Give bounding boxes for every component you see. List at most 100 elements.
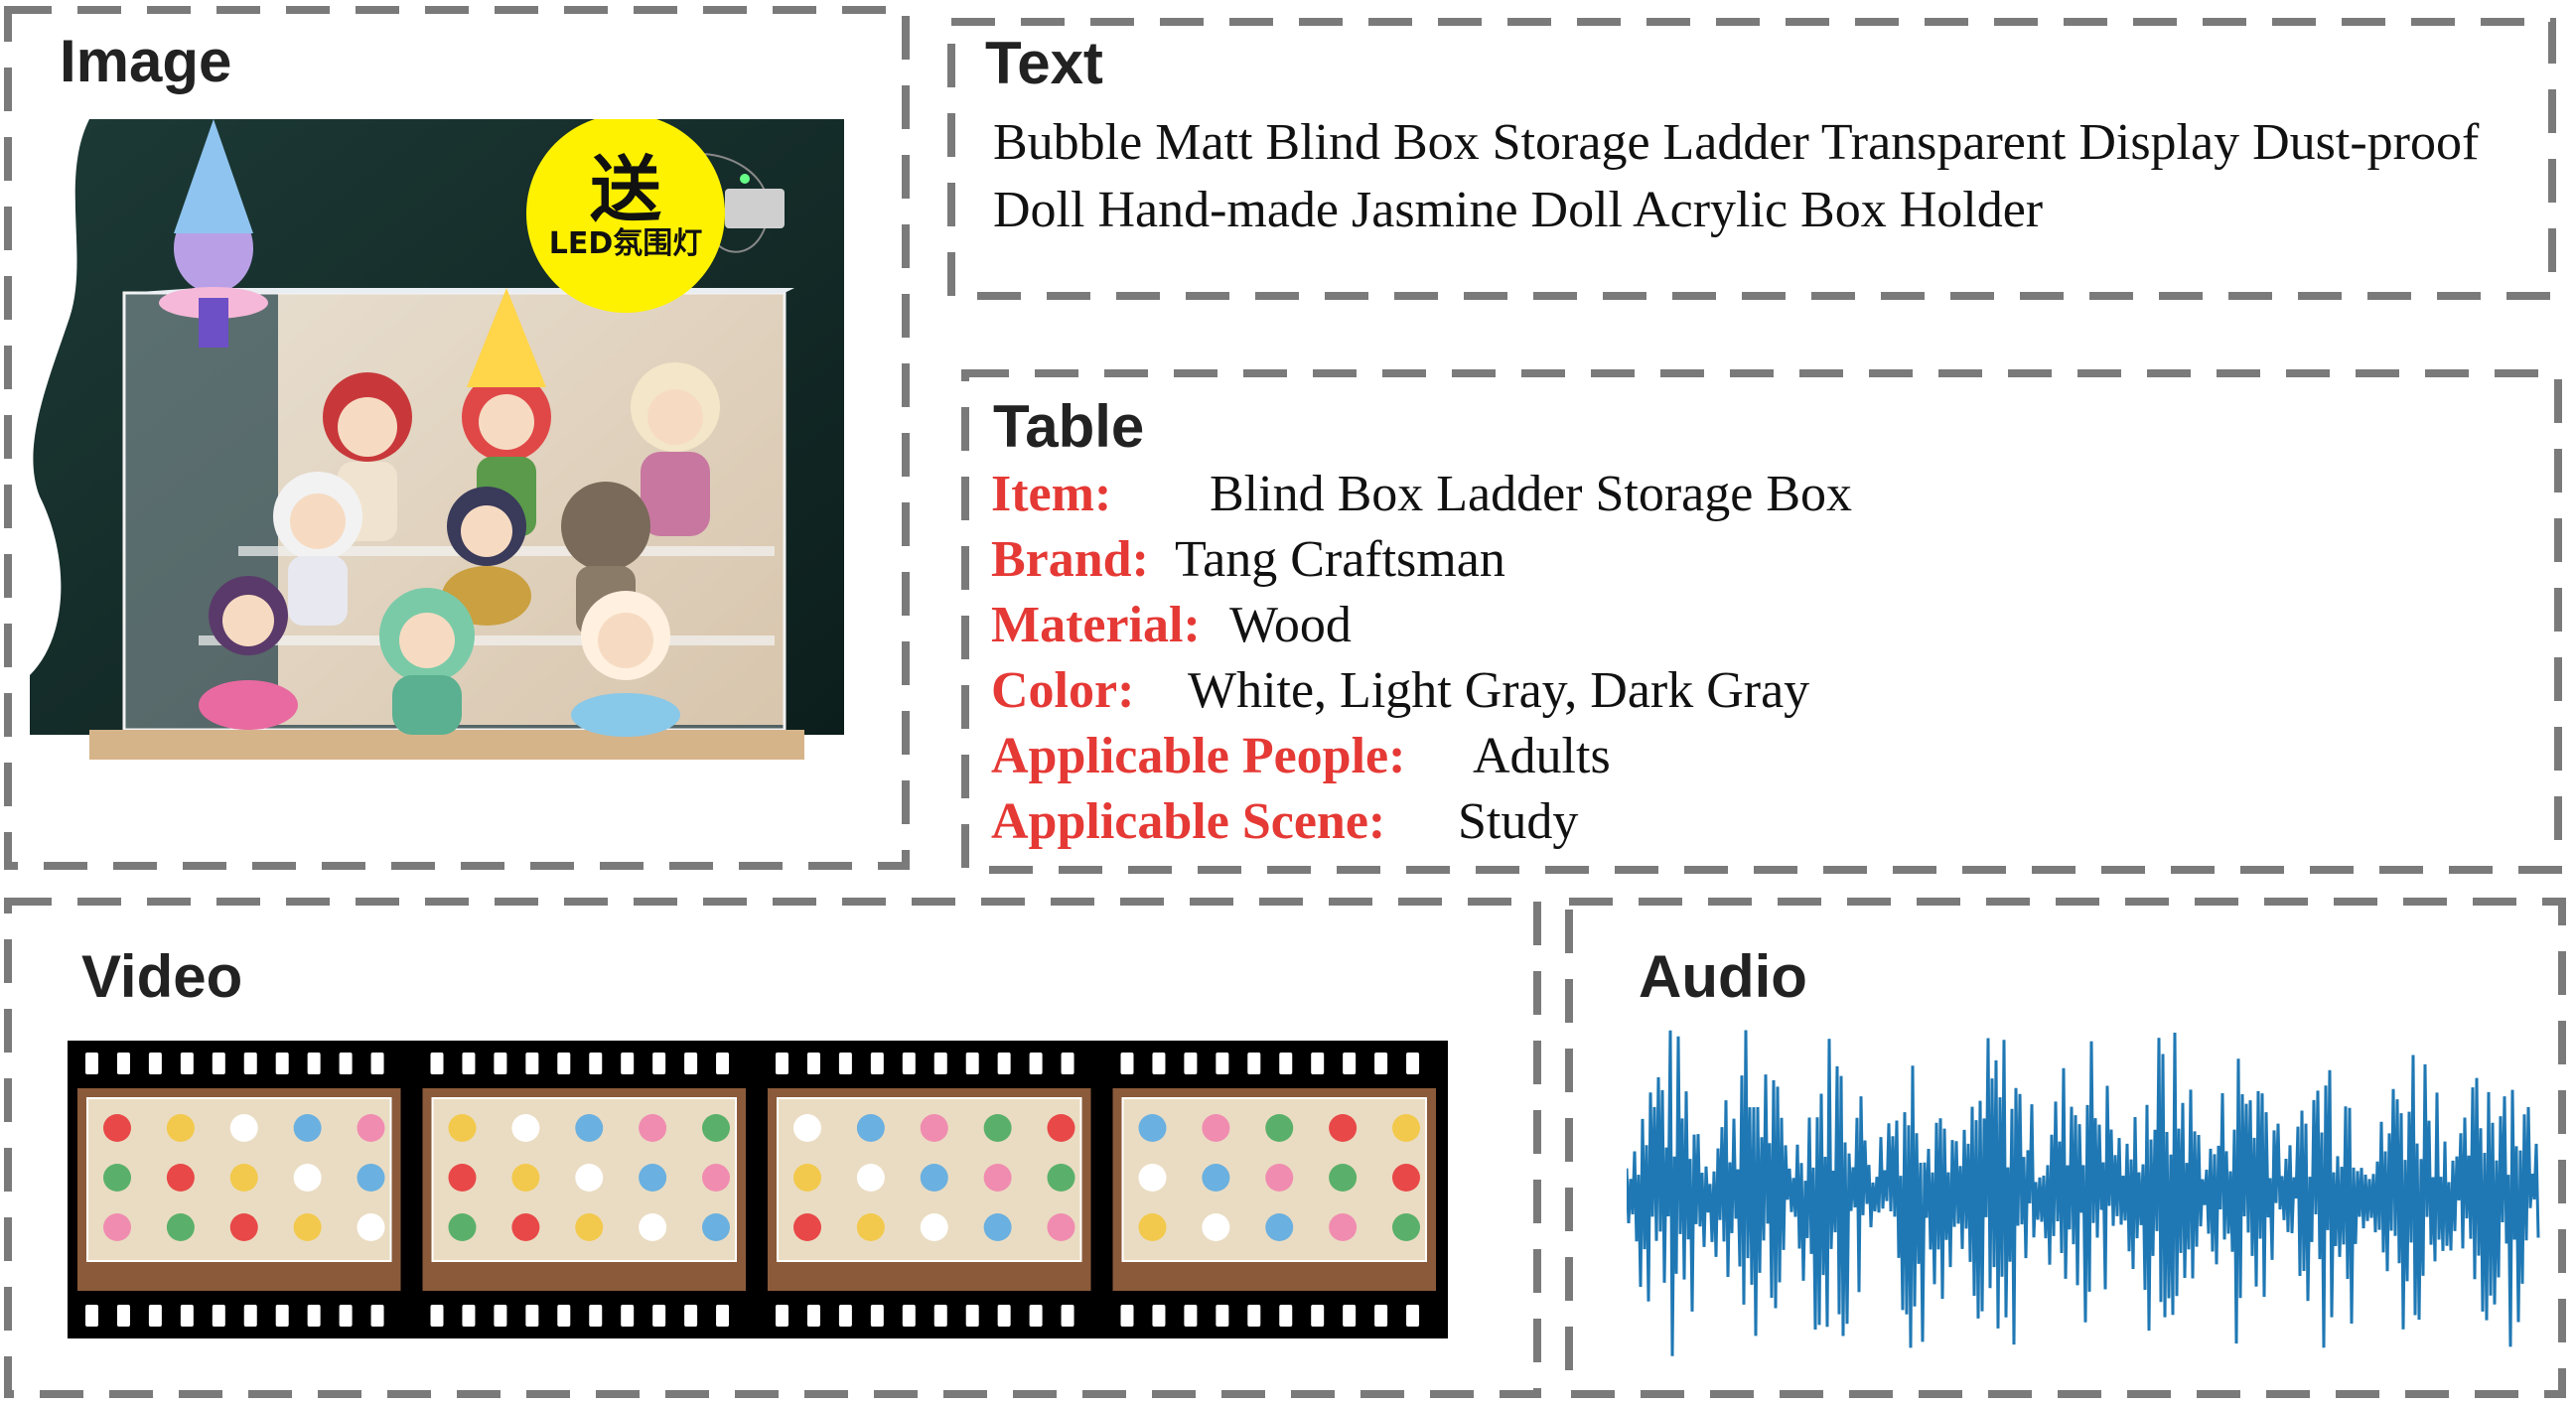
- sprocket-hole: [652, 1305, 666, 1327]
- sprocket-hole: [1216, 1053, 1229, 1074]
- image-panel: Image 送 LED氛围灯: [0, 0, 914, 874]
- sprocket-hole: [116, 1305, 130, 1327]
- figure-mark: [1265, 1114, 1294, 1142]
- sprocket-hole: [776, 1305, 788, 1327]
- figure-mark: [1392, 1114, 1420, 1142]
- sprocket-hole: [1184, 1305, 1198, 1327]
- sprocket-hole: [1311, 1305, 1325, 1327]
- sprocket-hole: [307, 1305, 321, 1327]
- sprocket-hole: [1061, 1305, 1074, 1327]
- product-image: 送 LED氛围灯: [30, 119, 844, 804]
- sprocket-hole: [243, 1305, 257, 1327]
- figure-mark: [575, 1213, 604, 1241]
- sprocket-hole: [870, 1305, 884, 1327]
- sprocket-hole: [652, 1053, 666, 1074]
- image-panel-title: Image: [60, 28, 232, 94]
- sprocket-hole: [339, 1053, 353, 1074]
- sprocket-hole: [1029, 1053, 1043, 1074]
- sprocket-hole: [1216, 1305, 1229, 1327]
- table-key: Brand:: [991, 531, 1149, 588]
- table-value: Adults: [1473, 728, 1611, 784]
- sprocket-hole: [1184, 1053, 1198, 1074]
- sprocket-hole: [212, 1305, 225, 1327]
- figure-mark: [639, 1213, 667, 1241]
- sprocket-hole: [716, 1305, 730, 1327]
- sprocket-hole: [965, 1053, 979, 1074]
- figure-mark: [448, 1213, 477, 1241]
- sprocket-hole: [589, 1053, 603, 1074]
- sprocket-hole: [1406, 1053, 1420, 1074]
- sprocket-hole: [1120, 1053, 1134, 1074]
- sprocket-hole: [1406, 1305, 1420, 1327]
- figure-mark: [575, 1114, 604, 1142]
- figure-mark: [1392, 1164, 1420, 1192]
- sprocket-hole: [148, 1305, 162, 1327]
- figure-mark: [166, 1114, 195, 1142]
- table-row-item: Item: Blind Box Ladder Storage Box: [991, 469, 1852, 520]
- waveform-path: [1627, 1030, 2540, 1356]
- figure-mark: [702, 1213, 730, 1241]
- figure-mark: [511, 1114, 540, 1142]
- figure-mark: [293, 1213, 322, 1241]
- figure-mark: [293, 1114, 322, 1142]
- sprocket-hole: [1029, 1305, 1043, 1327]
- video-panel: Video: [0, 894, 1549, 1406]
- sprocket-hole: [1279, 1305, 1293, 1327]
- figure-mark: [639, 1114, 667, 1142]
- sprocket-hole: [462, 1305, 476, 1327]
- figure-mark: [357, 1114, 385, 1142]
- figure-mark: [1047, 1114, 1075, 1142]
- figure-mark: [1202, 1164, 1230, 1192]
- table-key: Color:: [991, 662, 1135, 719]
- table-value: White, Light Gray, Dark Gray: [1188, 662, 1810, 719]
- sprocket-hole: [1247, 1053, 1261, 1074]
- figure-mark: [983, 1213, 1012, 1241]
- figure-mark: [575, 1164, 604, 1192]
- sprocket-hole: [212, 1053, 225, 1074]
- figure-mark: [793, 1164, 821, 1192]
- figure-mark: [1202, 1114, 1230, 1142]
- figure-mark: [1138, 1114, 1167, 1142]
- sprocket-hole: [1061, 1053, 1074, 1074]
- figure-mark: [856, 1213, 885, 1241]
- sprocket-hole: [1120, 1305, 1134, 1327]
- figure-mark: [166, 1164, 195, 1192]
- figure-mark: [856, 1114, 885, 1142]
- sprocket-hole: [116, 1053, 130, 1074]
- sprocket-hole: [933, 1305, 947, 1327]
- sprocket-hole: [684, 1053, 698, 1074]
- figure-mark: [448, 1114, 477, 1142]
- figure-mark: [1138, 1213, 1167, 1241]
- figure-mark: [1392, 1213, 1420, 1241]
- sprocket-hole: [1311, 1053, 1325, 1074]
- sprocket-hole: [716, 1053, 730, 1074]
- sprocket-hole: [1247, 1305, 1261, 1327]
- figure-mark: [357, 1164, 385, 1192]
- figure-mark: [229, 1213, 258, 1241]
- figure-mark: [793, 1213, 821, 1241]
- sprocket-hole: [525, 1053, 539, 1074]
- sprocket-hole: [902, 1305, 916, 1327]
- sprocket-hole: [430, 1053, 444, 1074]
- sprocket-hole: [430, 1305, 444, 1327]
- sprocket-hole: [621, 1053, 635, 1074]
- sprocket-hole: [1279, 1053, 1293, 1074]
- table-row-brand: Brand: Tang Craftsman: [991, 531, 1505, 588]
- video-panel-title: Video: [81, 943, 243, 1010]
- sprocket-hole: [339, 1305, 353, 1327]
- table-row-color: Color: White, Light Gray, Dark Gray: [991, 662, 1809, 719]
- sprocket-hole: [180, 1053, 194, 1074]
- product-description: Bubble Matt Blind Box Storage Ladder Tra…: [993, 114, 2480, 238]
- sprocket-hole: [1374, 1305, 1388, 1327]
- sprocket-hole: [275, 1053, 289, 1074]
- figure-mark: [1047, 1213, 1075, 1241]
- table-row-scene: Applicable Scene: Study: [991, 796, 1578, 848]
- table-key: Material:: [991, 597, 1201, 653]
- figure-mark: [920, 1213, 948, 1241]
- sprocket-hole: [557, 1305, 571, 1327]
- figure-mark: [1138, 1164, 1167, 1192]
- figure-mark: [1329, 1164, 1358, 1192]
- table-panel: Table Item: Blind Box Ladder Storage Box…: [943, 357, 2576, 874]
- sprocket-hole: [1343, 1053, 1357, 1074]
- audio-panel-title: Audio: [1639, 943, 1807, 1010]
